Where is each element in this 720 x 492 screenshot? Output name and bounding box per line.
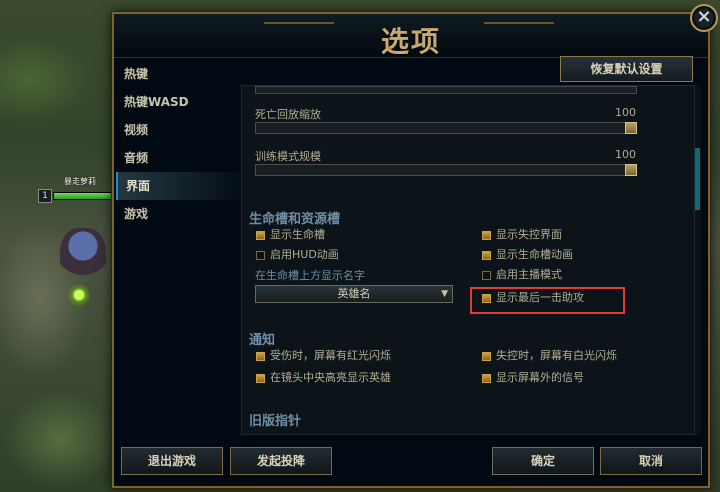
name-display-label: 在生命槽上方显示名字 — [255, 269, 365, 282]
slider-value-death-recap: 100 — [615, 106, 636, 119]
checkbox[interactable] — [256, 231, 265, 240]
confirm-button[interactable]: 确定 — [492, 447, 594, 475]
checkbox[interactable] — [482, 271, 491, 280]
option-red-flash[interactable]: 受伤时，屏幕有红光闪烁 — [256, 349, 391, 363]
hero-health-bar — [53, 192, 115, 200]
checkbox[interactable] — [482, 374, 491, 383]
slider-value-practice-scale: 100 — [615, 148, 636, 161]
nav-item-interface[interactable]: 界面 — [116, 172, 240, 200]
cancel-button[interactable]: 取消 — [600, 447, 702, 475]
checkbox[interactable] — [482, 352, 491, 361]
slider-label-practice-scale: 训练模式规模 — [255, 150, 321, 163]
checkbox[interactable] — [482, 231, 491, 240]
option-show-health-bar[interactable]: 显示生命槽 — [256, 228, 325, 242]
hero-health-fill — [54, 193, 113, 199]
nav-item-video[interactable]: 视频 — [116, 116, 240, 144]
reset-defaults-button[interactable]: 恢复默认设置 — [560, 56, 693, 82]
checkbox[interactable] — [256, 251, 265, 260]
name-display-dropdown[interactable]: 英雄名 ▼ — [255, 285, 453, 303]
hero-level: 1 — [38, 189, 52, 203]
highlight-box — [470, 287, 625, 314]
option-health-bar-animation[interactable]: 显示生命槽动画 — [482, 248, 573, 262]
dialog-title: 选项 — [380, 25, 441, 58]
exit-game-button[interactable]: 退出游戏 — [121, 447, 223, 475]
slider-label-death-recap: 死亡回放缩放 — [255, 108, 321, 121]
slider-partial[interactable] — [255, 86, 637, 94]
option-offscreen-pings[interactable]: 显示屏幕外的信号 — [482, 371, 584, 385]
close-icon[interactable]: × — [690, 4, 718, 32]
option-crowd-control-ui[interactable]: 显示失控界面 — [482, 228, 562, 242]
checkbox[interactable] — [256, 374, 265, 383]
slider-knob[interactable] — [625, 122, 637, 134]
options-nav: 热键 热键WASD 视频 音频 界面 游戏 — [116, 60, 240, 440]
nav-item-hotkeys-wasd[interactable]: 热键WASD — [116, 88, 240, 116]
minion-sprite — [68, 282, 90, 308]
section-title-notifications: 通知 — [249, 333, 276, 348]
settings-panel: 死亡回放缩放 100 训练模式规模 100 生命槽和资源槽 显示生命槽 启用HU… — [241, 85, 695, 435]
option-hud-animation[interactable]: 启用HUD动画 — [256, 248, 339, 262]
section-title-legacy-cursor: 旧版指针 — [249, 414, 302, 429]
option-streamer-mode[interactable]: 启用主播模式 — [482, 268, 562, 282]
scrollbar-thumb[interactable] — [695, 148, 700, 210]
option-white-flash[interactable]: 失控时，屏幕有白光闪烁 — [482, 349, 617, 363]
slider-knob[interactable] — [625, 164, 637, 176]
champion-sprite — [60, 228, 106, 288]
nav-item-hotkeys[interactable]: 热键 — [116, 60, 240, 88]
checkbox[interactable] — [256, 352, 265, 361]
option-highlight-hero[interactable]: 在镜头中央高亮显示英雄 — [256, 371, 391, 385]
slider-practice-scale[interactable] — [255, 164, 637, 176]
dialog-header: 选项 — [114, 14, 708, 58]
slider-death-recap[interactable] — [255, 122, 637, 134]
section-title-health: 生命槽和资源槽 — [249, 212, 341, 227]
surrender-button[interactable]: 发起投降 — [230, 447, 332, 475]
scrollbar-track[interactable] — [695, 85, 701, 435]
checkbox[interactable] — [482, 251, 491, 260]
chevron-down-icon: ▼ — [441, 289, 448, 299]
hero-name: 暴走萝莉 — [64, 177, 96, 186]
nav-item-audio[interactable]: 音频 — [116, 144, 240, 172]
nav-item-game[interactable]: 游戏 — [116, 200, 240, 228]
